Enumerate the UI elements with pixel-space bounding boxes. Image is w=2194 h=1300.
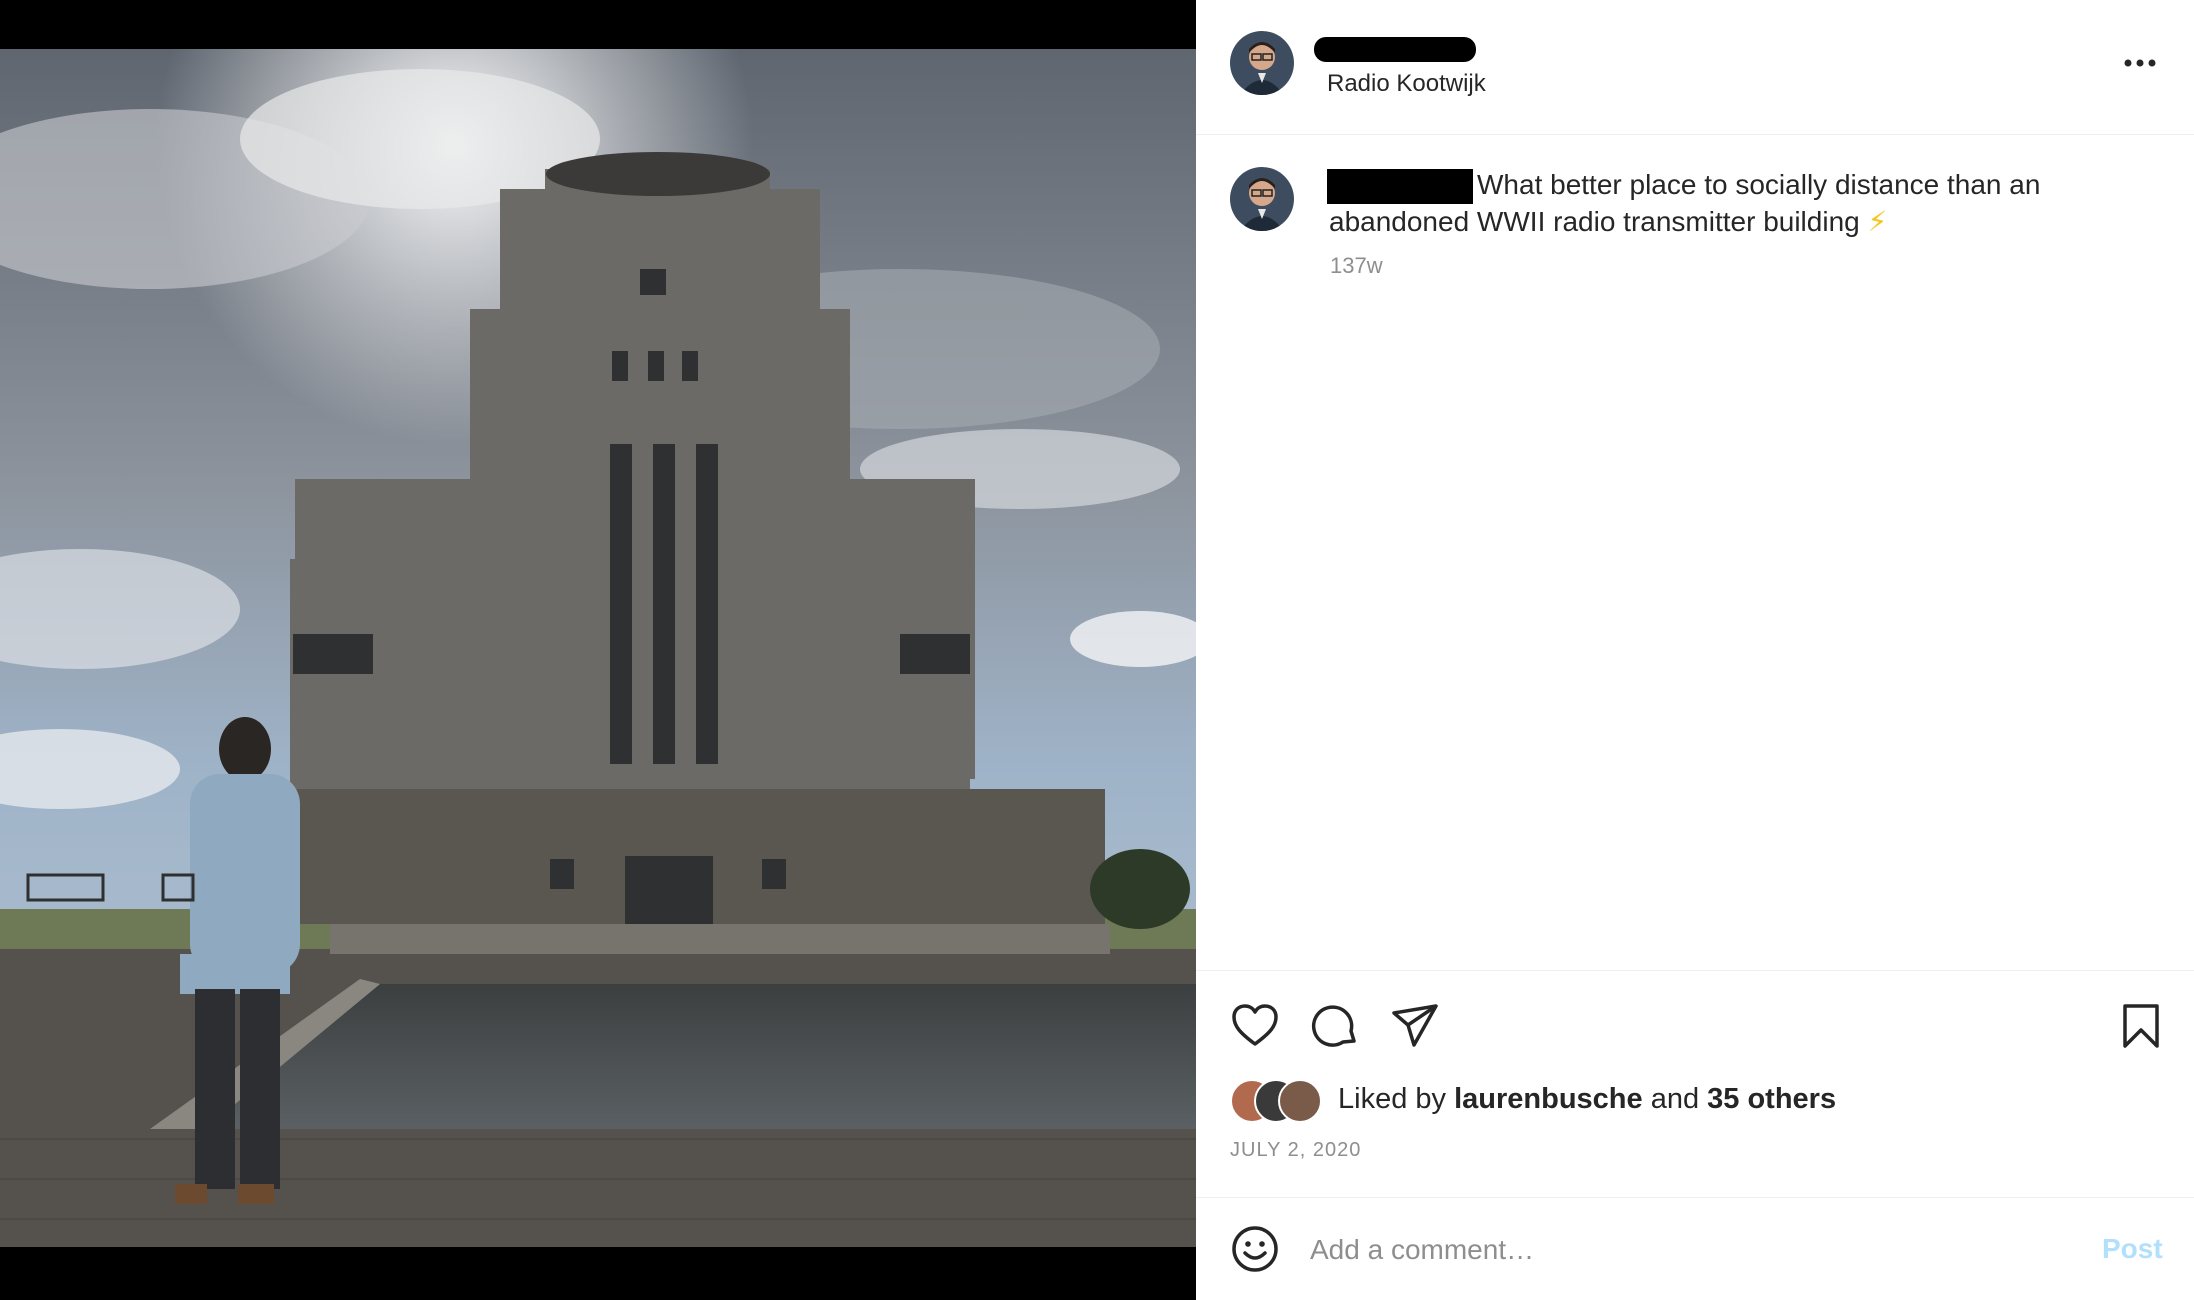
post-location[interactable]: Radio Kootwijk	[1327, 70, 1486, 98]
likes-summary: Liked by laurenbusche and 35 others	[1338, 1083, 1836, 1116]
caption-body: What better place to socially distance t…	[1329, 169, 2041, 237]
post-media	[0, 0, 1196, 1300]
more-options-icon[interactable]	[2120, 48, 2160, 78]
comment-bar: Post	[1196, 1197, 2194, 1300]
paper-plane-icon[interactable]	[1390, 1001, 1440, 1051]
comment-bubble-icon[interactable]	[1310, 1001, 1360, 1051]
post-comment-button[interactable]: Post	[2102, 1233, 2163, 1265]
post-header: Radio Kootwijk	[1196, 0, 2194, 135]
bookmark-icon[interactable]	[2116, 1001, 2166, 1051]
smiley-icon[interactable]	[1230, 1224, 1280, 1274]
liker-avatar	[1278, 1079, 1322, 1123]
post-actions: Liked by laurenbusche and 35 others JULY…	[1196, 970, 2194, 1198]
caption-author-avatar[interactable]	[1230, 167, 1294, 231]
post-date[interactable]: JULY 2, 2020	[1230, 1139, 1361, 1162]
liker-avatars[interactable]	[1230, 1079, 1322, 1123]
likes-middle: and	[1642, 1083, 1708, 1115]
lightning-emoji: ⚡	[1867, 206, 1888, 237]
caption-time-ago[interactable]: 137w	[1330, 253, 1383, 279]
author-avatar[interactable]	[1230, 31, 1294, 95]
post-details-panel: Radio Kootwijk What better place to soci…	[1196, 0, 2194, 1300]
comment-input[interactable]	[1308, 1223, 2012, 1277]
caption-text: What better place to socially distance t…	[1329, 166, 2129, 240]
likes-others[interactable]: 35 others	[1707, 1083, 1836, 1115]
redacted-username	[1314, 37, 1476, 62]
heart-icon[interactable]	[1230, 1001, 1280, 1051]
likes-prefix: Liked by	[1338, 1083, 1455, 1115]
post-photo	[0, 49, 1196, 1247]
liker-username[interactable]: laurenbusche	[1454, 1083, 1643, 1115]
